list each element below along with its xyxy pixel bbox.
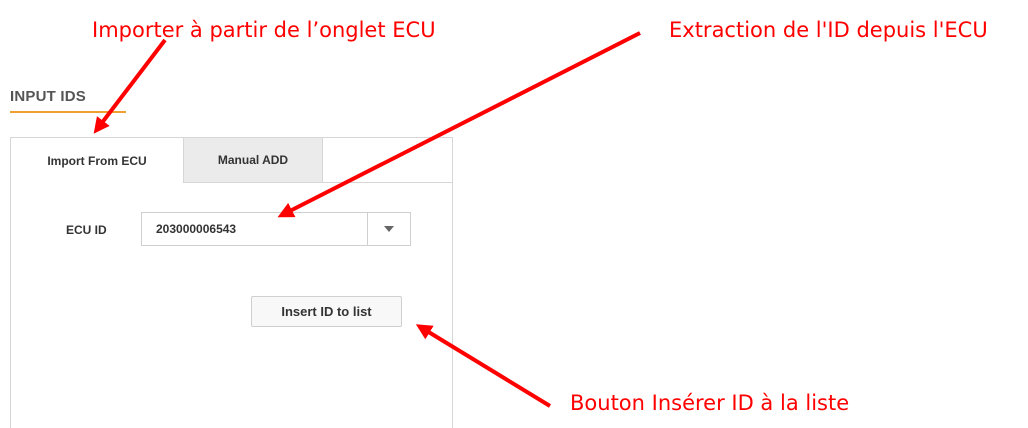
- input-ids-panel: Import From ECU Manual ADD ECU ID 203000…: [10, 137, 453, 428]
- annotation-extraction: Extraction de l'ID depuis l'ECU: [669, 18, 988, 42]
- annotation-import-tab: Importer à partir de l’onglet ECU: [92, 18, 436, 42]
- caret-down-icon: [384, 226, 394, 232]
- dropdown-toggle[interactable]: [367, 213, 410, 245]
- tab-manual-add[interactable]: Manual ADD: [183, 138, 323, 183]
- annotation-insert-button: Bouton Insérer ID à la liste: [570, 391, 850, 415]
- insert-id-button[interactable]: Insert ID to list: [251, 296, 402, 327]
- section-title-underline: [10, 111, 126, 113]
- tab-import-from-ecu[interactable]: Import From ECU: [11, 138, 183, 183]
- tab-bar-divider: [323, 182, 453, 183]
- ecu-id-label: ECU ID: [66, 223, 107, 237]
- ecu-id-value: 203000006543: [156, 222, 237, 236]
- section-title: INPUT IDS: [10, 88, 86, 105]
- tab-bar: Import From ECU Manual ADD: [11, 138, 323, 183]
- ecu-id-select[interactable]: 203000006543: [141, 212, 411, 246]
- arrow-to-import-tab: [93, 38, 167, 134]
